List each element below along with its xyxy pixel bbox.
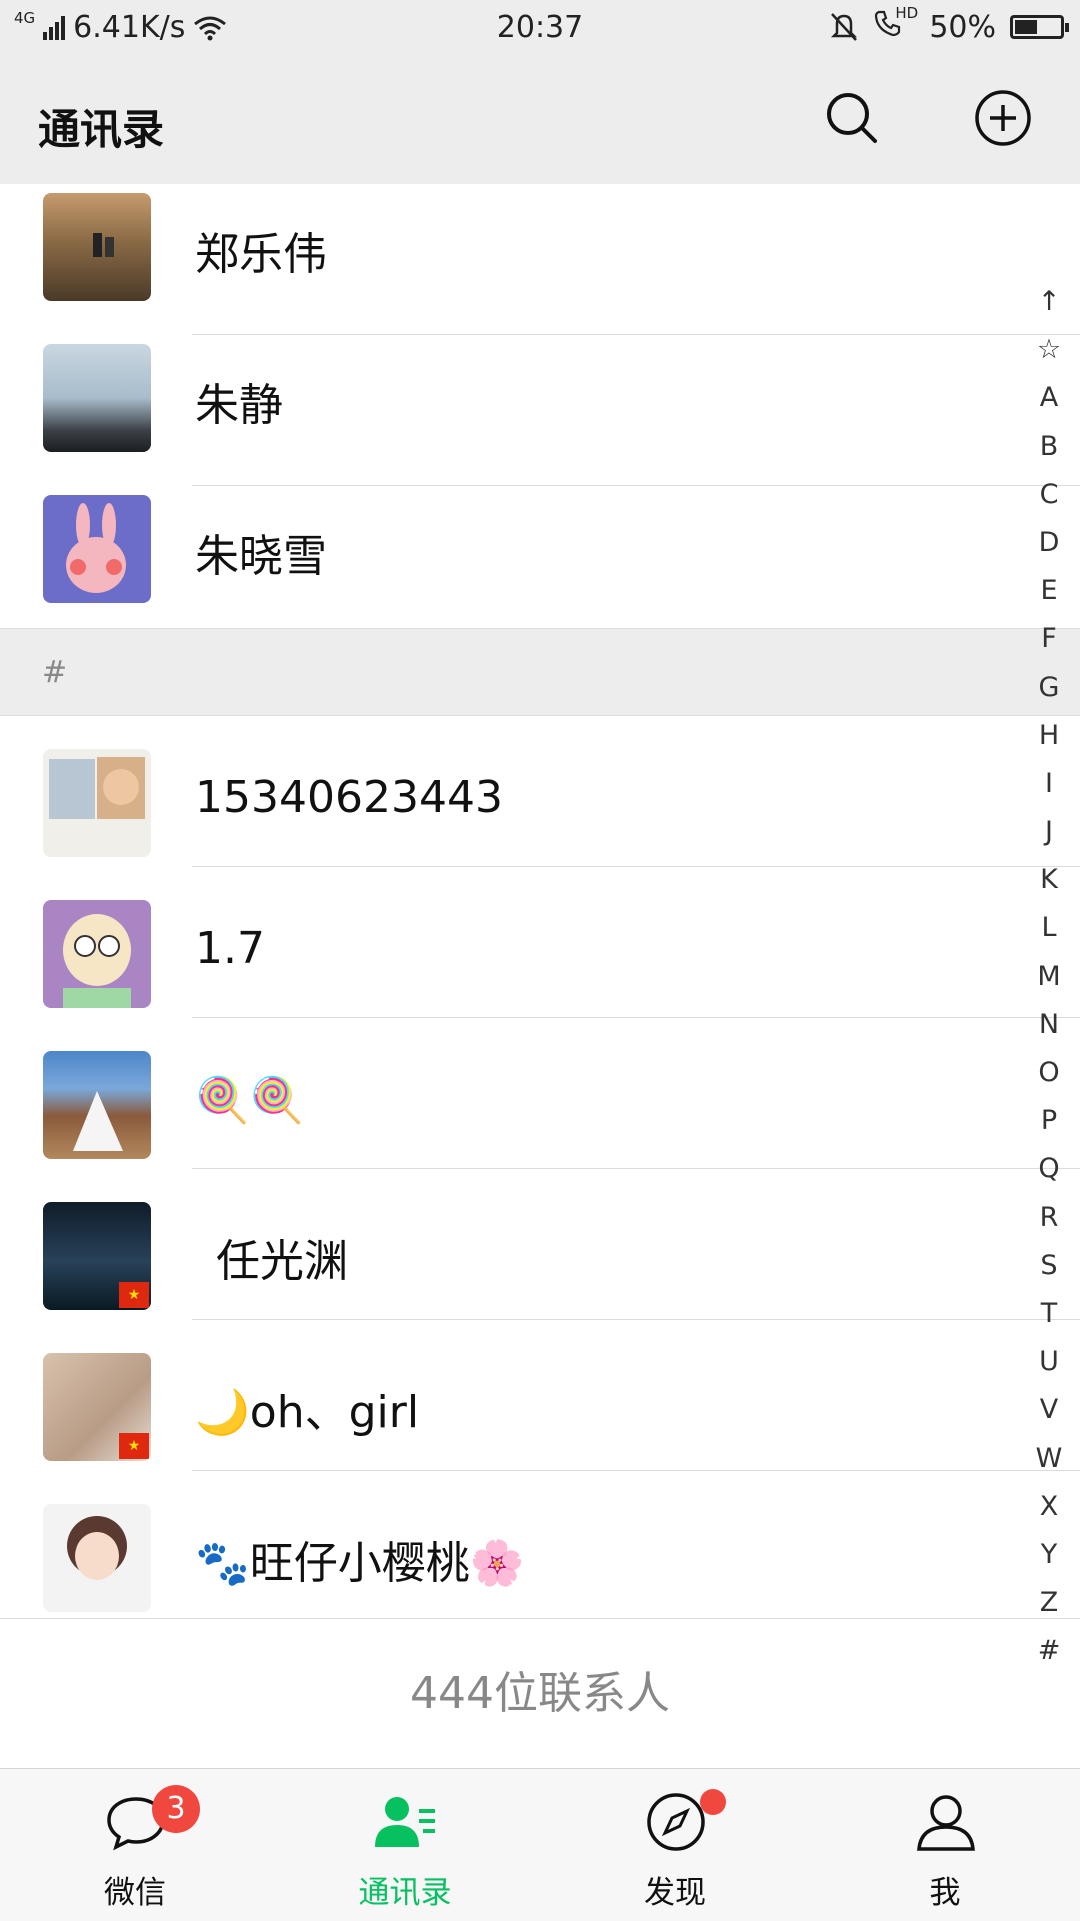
status-right: HD 50% (829, 4, 1069, 46)
tab-label: 通讯录 (358, 1875, 452, 1911)
avatar: ★ (43, 1353, 151, 1461)
china-flag-icon: ★ (119, 1282, 149, 1308)
index-letter[interactable]: S (1018, 1242, 1080, 1290)
index-letter[interactable]: C (1018, 471, 1080, 519)
tab-label: 我 (929, 1875, 961, 1911)
app-header: 通讯录 (0, 58, 1080, 184)
section-label: # (42, 655, 68, 690)
china-flag-icon: ★ (119, 1433, 149, 1459)
contact-row[interactable]: 1.7 (0, 867, 1080, 1018)
index-letter[interactable]: K (1018, 856, 1080, 904)
index-letter[interactable]: I (1018, 760, 1080, 808)
index-letter[interactable]: G (1018, 664, 1080, 712)
avatar-image (93, 233, 114, 257)
tab-chats[interactable]: 3 微信 (0, 1769, 270, 1921)
contact-name: 🍭🍭 (195, 1075, 305, 1126)
contact-row[interactable]: 朱静 (0, 335, 1080, 486)
contact-row[interactable]: 🍭🍭 (0, 1018, 1080, 1169)
contact-row[interactable]: 朱晓雪 (0, 486, 1080, 628)
avatar (43, 749, 151, 857)
index-letter[interactable]: E (1018, 567, 1080, 615)
index-letter[interactable]: W (1018, 1435, 1080, 1483)
wedding-avatar-image (73, 1091, 123, 1151)
index-letter[interactable]: P (1018, 1097, 1080, 1145)
profile-icon (917, 1795, 975, 1851)
contact-name: 🌙oh、girl (195, 1387, 420, 1438)
index-letter[interactable]: U (1018, 1338, 1080, 1386)
index-letter[interactable]: L (1018, 904, 1080, 952)
search-icon (827, 93, 877, 143)
tab-label: 微信 (104, 1875, 166, 1911)
index-letter[interactable]: Z (1018, 1579, 1080, 1627)
hd-call-indicator: HD (873, 4, 918, 46)
avatar (43, 900, 151, 1008)
index-letter[interactable]: D (1018, 519, 1080, 567)
index-letter[interactable]: M (1018, 953, 1080, 1001)
index-letter[interactable]: ☆ (1018, 326, 1080, 374)
add-button[interactable] (973, 88, 1033, 148)
contact-row[interactable]: 郑乐伟 (0, 184, 1080, 335)
contact-count: 444位联系人 (0, 1618, 1080, 1769)
contact-name: 朱晓雪 (195, 531, 327, 582)
alphabet-index[interactable]: ↑ ☆ A B C D E F G H I J K L M N O P Q R S T U V W X Y Z # (1018, 278, 1080, 1675)
unread-badge: 3 (152, 1785, 200, 1833)
contact-row[interactable]: 15340623443 (0, 716, 1080, 867)
tab-label: 发现 (644, 1875, 706, 1911)
cartoon-avatar-image (63, 914, 131, 1008)
mute-bell-icon (831, 13, 858, 41)
index-letter[interactable]: V (1018, 1386, 1080, 1434)
contact-name: 15340623443 (195, 772, 503, 823)
contact-row[interactable]: ★ 🌙oh、girl (0, 1320, 1080, 1471)
index-letter[interactable]: R (1018, 1194, 1080, 1242)
index-letter[interactable]: J (1018, 808, 1080, 856)
index-letter[interactable]: ↑ (1018, 278, 1080, 326)
contact-name: 郑乐伟 (195, 229, 327, 280)
contacts-icon (375, 1797, 435, 1847)
tab-contacts[interactable]: 通讯录 (270, 1769, 540, 1921)
search-button[interactable] (822, 88, 882, 148)
index-letter[interactable]: # (1018, 1627, 1080, 1675)
tab-bar: 3 微信 通讯录 发现 我 (0, 1768, 1080, 1921)
index-letter[interactable]: O (1018, 1049, 1080, 1097)
avatar-image (49, 757, 145, 819)
index-letter[interactable]: H (1018, 712, 1080, 760)
status-bar: 4G 6.41K/s 20:37 HD 50% (0, 0, 1080, 58)
section-header: # (0, 628, 1080, 716)
battery-level (1015, 20, 1037, 34)
battery-icon (1010, 15, 1069, 39)
index-letter[interactable]: X (1018, 1483, 1080, 1531)
index-letter[interactable]: F (1018, 615, 1080, 663)
index-letter[interactable]: A (1018, 374, 1080, 422)
contact-list: 郑乐伟 朱静 朱晓雪 # 15340623443 1.7 🍭🍭 ★ 任光渊 ★ … (0, 184, 1080, 1622)
page-title: 通讯录 (38, 105, 165, 154)
girl-avatar-image (67, 1516, 127, 1580)
index-letter[interactable]: T (1018, 1290, 1080, 1338)
avatar (43, 495, 151, 603)
contact-name: 任光渊 (216, 1236, 348, 1287)
battery-percent: 50% (929, 9, 996, 45)
index-letter[interactable]: B (1018, 423, 1080, 471)
avatar (43, 1051, 151, 1159)
contact-name: 朱静 (195, 380, 283, 431)
avatar (43, 344, 151, 452)
contact-row[interactable]: ★ 任光渊 (0, 1169, 1080, 1320)
bunny-avatar-image (66, 503, 126, 593)
compass-icon (647, 1793, 705, 1851)
tab-discover[interactable]: 发现 (540, 1769, 810, 1921)
avatar (43, 1504, 151, 1612)
contact-name: 1.7 (195, 923, 265, 974)
avatar: ★ (43, 1202, 151, 1310)
tab-me[interactable]: 我 (810, 1769, 1080, 1921)
add-circle-icon (975, 90, 1031, 146)
index-letter[interactable]: Y (1018, 1531, 1080, 1579)
contact-name: 🐾旺仔小樱桃🌸 (195, 1538, 525, 1589)
index-letter[interactable]: N (1018, 1001, 1080, 1049)
avatar (43, 193, 151, 301)
index-letter[interactable]: Q (1018, 1145, 1080, 1193)
new-dot-badge (700, 1789, 726, 1815)
hd-label: HD (895, 4, 919, 22)
contact-row[interactable]: 🐾旺仔小樱桃🌸 (0, 1471, 1080, 1622)
